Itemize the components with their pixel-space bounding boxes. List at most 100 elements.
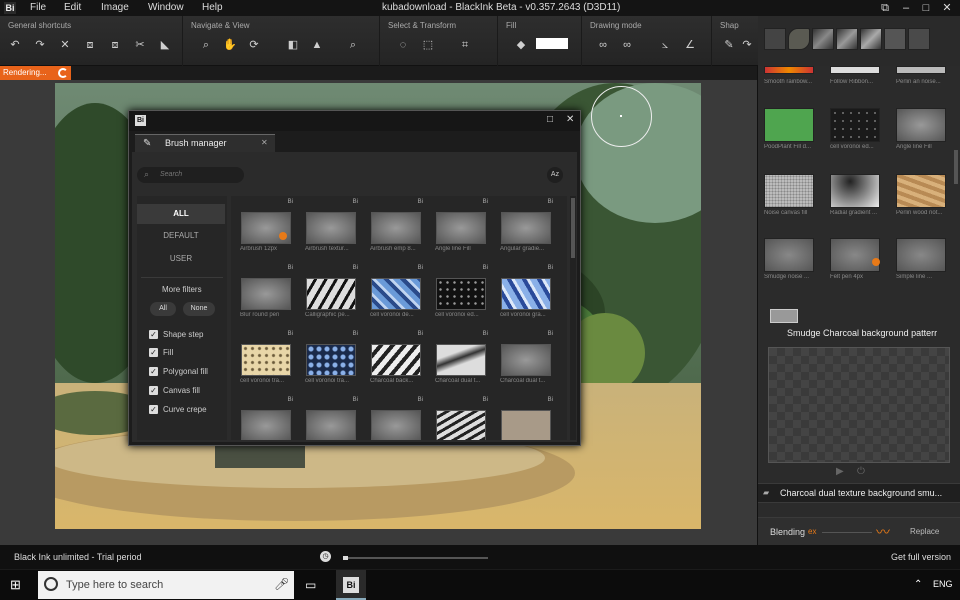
hand-icon[interactable]: ✋ bbox=[223, 38, 237, 52]
brush-thumb[interactable] bbox=[896, 238, 946, 272]
checkbox-fill[interactable]: ✓ bbox=[149, 348, 158, 357]
brush-cell[interactable]: Bi bbox=[428, 394, 492, 440]
brush-thumb[interactable] bbox=[764, 108, 814, 142]
restore-layout-icon[interactable]: ⧉ bbox=[878, 1, 892, 15]
brush-cell[interactable]: Bi Airbrush emp 8... bbox=[363, 196, 427, 260]
texture-brush-icon[interactable] bbox=[836, 28, 858, 50]
brush-cell[interactable]: Bi Airbrush textur... bbox=[298, 196, 362, 260]
brush-cell[interactable]: Bi Angular gradie... bbox=[493, 196, 557, 260]
menu-edit[interactable]: Edit bbox=[64, 2, 81, 13]
brush-thumb[interactable] bbox=[830, 108, 880, 142]
blending-value[interactable]: ex bbox=[808, 527, 816, 536]
brush-cell[interactable]: Bi Airbrush 12px bbox=[233, 196, 297, 260]
eraser-brush-icon[interactable] bbox=[908, 28, 930, 50]
checkbox-curve-crepe[interactable]: ✓ bbox=[149, 405, 158, 414]
menu-window[interactable]: Window bbox=[148, 2, 184, 13]
dialog-maximize-icon[interactable]: □ bbox=[547, 114, 553, 125]
brush-cell[interactable]: Bi cell voronoi tra... bbox=[233, 328, 297, 392]
blackink-taskbar-button[interactable]: Bi bbox=[336, 570, 366, 600]
blending-slider[interactable] bbox=[822, 532, 872, 533]
zoom-fit-icon[interactable]: ⌕ bbox=[346, 38, 360, 52]
brush-cell[interactable]: Bi Charcoal dual t... bbox=[428, 328, 492, 392]
maximize-icon[interactable]: □ bbox=[919, 1, 933, 15]
select-all-button[interactable]: All bbox=[150, 302, 176, 316]
redo-icon[interactable]: ↷ bbox=[33, 38, 47, 52]
fit-icon[interactable]: ▲ bbox=[310, 38, 324, 52]
filter-all[interactable]: ALL bbox=[137, 204, 225, 224]
stroke-brush-icon[interactable] bbox=[812, 28, 834, 50]
get-full-version-link[interactable]: Get full version bbox=[891, 552, 951, 562]
brush-cell[interactable]: Bi cell voronoi ed... bbox=[428, 262, 492, 326]
minimize-icon[interactable]: – bbox=[899, 1, 913, 15]
brush-cell[interactable]: Bi Charcoal back... bbox=[363, 328, 427, 392]
menu-file[interactable]: File bbox=[30, 2, 46, 13]
brush-thumb[interactable] bbox=[830, 174, 880, 208]
draw-mode-chain-icon[interactable]: ∞ bbox=[620, 38, 634, 52]
charcoal-brush-icon[interactable] bbox=[860, 28, 882, 50]
brush-cell[interactable]: Bi cell voronoi gra... bbox=[493, 262, 557, 326]
shape-brush-icon[interactable]: ✎ bbox=[722, 38, 736, 52]
swirl-brush-icon[interactable] bbox=[884, 28, 906, 50]
brush-thumb[interactable] bbox=[830, 66, 880, 74]
brush-cell[interactable]: Bi Angle line Fill bbox=[428, 196, 492, 260]
checkbox-canvas-fill[interactable]: ✓ bbox=[149, 386, 158, 395]
draw-mode-link-icon[interactable]: ∞ bbox=[596, 38, 610, 52]
brush-thumb[interactable] bbox=[764, 238, 814, 272]
close-icon[interactable]: ✕ bbox=[940, 1, 954, 15]
checkbox-polygonal-fill[interactable]: ✓ bbox=[149, 367, 158, 376]
task-view-icon[interactable]: ▭ bbox=[305, 577, 321, 593]
brush-cell[interactable]: Bi Calligraphic pe... bbox=[298, 262, 362, 326]
fill-bucket-icon[interactable]: ◆ bbox=[514, 38, 528, 52]
paste-icon[interactable]: ⧈ bbox=[108, 38, 122, 52]
language-indicator[interactable]: ENG bbox=[933, 579, 953, 589]
panel-scrollbar[interactable] bbox=[954, 150, 958, 184]
menu-image[interactable]: Image bbox=[101, 2, 129, 13]
pen-brush-icon[interactable] bbox=[764, 28, 786, 50]
brush-cell[interactable]: Bi bbox=[363, 394, 427, 440]
menu-help[interactable]: Help bbox=[202, 2, 223, 13]
flip-icon[interactable]: ◧ bbox=[286, 38, 300, 52]
brush-thumb[interactable] bbox=[764, 174, 814, 208]
brush-grid-scrollbar[interactable] bbox=[570, 196, 576, 440]
brush-preview[interactable] bbox=[768, 347, 950, 463]
tray-chevron-icon[interactable]: ⌃ bbox=[914, 579, 922, 590]
checkbox-shape-step[interactable]: ✓ bbox=[149, 330, 158, 339]
cut-icon[interactable]: ✂ bbox=[133, 38, 147, 52]
rotate-icon[interactable]: ⟳ bbox=[247, 38, 261, 52]
brush-thumb[interactable] bbox=[896, 66, 946, 74]
microphone-icon[interactable]: 🎤︎ bbox=[274, 577, 289, 591]
brush-cell[interactable]: Bi Charcoal dual t... bbox=[493, 328, 557, 392]
select-none-button[interactable]: None bbox=[183, 302, 215, 316]
brush-search-input[interactable]: ⌕ bbox=[137, 167, 244, 183]
zoom-icon[interactable]: ⌕ bbox=[199, 38, 213, 52]
brush-cell[interactable]: Bi Blur round pen bbox=[233, 262, 297, 326]
brush-cell[interactable]: Bi bbox=[298, 394, 362, 440]
undo-icon[interactable]: ↶ bbox=[8, 38, 22, 52]
windows-start-icon[interactable]: ⊞ bbox=[10, 578, 24, 592]
draw-mode-angle-icon[interactable]: ∠ bbox=[683, 38, 697, 52]
leaf-brush-icon[interactable] bbox=[788, 28, 810, 50]
power-icon[interactable]: ⏻ bbox=[857, 466, 865, 477]
brush-thumb[interactable] bbox=[896, 108, 946, 142]
shape-curve-icon[interactable]: ↷ bbox=[740, 38, 754, 52]
replace-label[interactable]: Replace bbox=[910, 527, 939, 536]
rect-select-icon[interactable]: ⬚ bbox=[421, 38, 435, 52]
brush-cell[interactable]: Bi bbox=[233, 394, 297, 440]
brush-cell[interactable]: Bi bbox=[493, 394, 557, 440]
brush-cell[interactable]: Bi cell voronoi tra... bbox=[298, 328, 362, 392]
brush-thumb[interactable] bbox=[830, 238, 880, 272]
filter-user[interactable]: USER bbox=[137, 249, 225, 269]
play-icon[interactable]: ▶ bbox=[836, 466, 844, 477]
copy-icon[interactable]: ⧈ bbox=[83, 38, 97, 52]
lasso-select-icon[interactable]: ◌ bbox=[396, 38, 410, 52]
tab-close-icon[interactable]: ✕ bbox=[261, 138, 268, 147]
fill-color-swatch[interactable] bbox=[536, 38, 568, 49]
dialog-close-icon[interactable]: ✕ bbox=[566, 114, 574, 125]
brush-thumb[interactable] bbox=[764, 66, 814, 74]
dialog-titlebar[interactable]: Bi □ ✕ bbox=[129, 111, 580, 131]
delete-icon[interactable]: ✕ bbox=[58, 38, 72, 52]
brush-thumb[interactable] bbox=[896, 174, 946, 208]
eraser-icon[interactable]: ◣ bbox=[158, 38, 172, 52]
filter-default[interactable]: DEFAULT bbox=[137, 226, 225, 246]
draw-mode-stroke-icon[interactable]: ⦣ bbox=[658, 38, 672, 52]
